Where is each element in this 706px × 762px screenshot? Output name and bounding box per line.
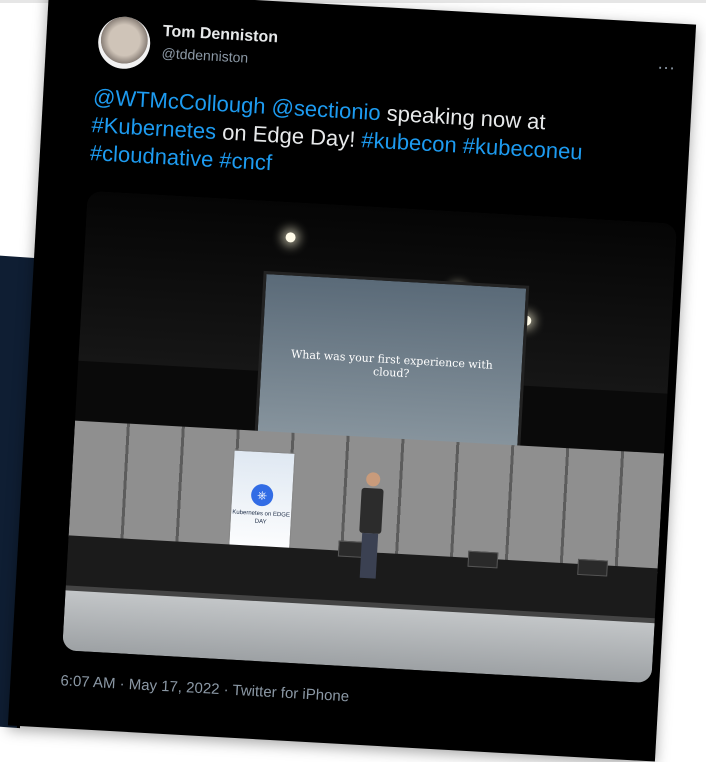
event-banner: ⎈ Kubernetes on EDGE DAY [227, 449, 296, 560]
tweet-photo[interactable]: What was your first experience with clou… [62, 190, 677, 684]
hashtag-link[interactable]: #kubeconeu [462, 133, 583, 165]
kubernetes-icon: ⎈ [250, 483, 274, 507]
hashtag-link[interactable]: #cloudnative [89, 140, 214, 172]
hashtag-link[interactable]: #cncf [219, 147, 273, 175]
tweet-card[interactable]: Tom Denniston @tddenniston ... @WTMcColl… [7, 0, 697, 762]
author-name[interactable]: Tom Denniston [162, 23, 278, 47]
author-handle[interactable]: @tddenniston [161, 45, 248, 66]
more-options-icon[interactable]: ... [657, 53, 676, 75]
screen-text: What was your first experience with clou… [290, 347, 494, 381]
person-head [365, 471, 381, 487]
hashtag-link[interactable]: #kubecon [361, 127, 458, 157]
banner-text: Kubernetes on EDGE DAY [232, 509, 291, 525]
person-legs [359, 532, 379, 579]
person-body [359, 487, 384, 534]
stage-speaker [577, 558, 609, 577]
hashtag-link[interactable]: #Kubernetes [91, 112, 217, 144]
tweet-text-segment: on Edge Day! [215, 119, 363, 153]
tweet-text: @WTMcCollough @sectionio speaking now at… [89, 83, 663, 199]
stage-speaker [467, 550, 499, 569]
avatar[interactable] [96, 15, 152, 71]
mention-link[interactable]: @sectionio [271, 94, 381, 125]
tweet-timestamp[interactable]: 6:07 AM · May 17, 2022 · Twitter for iPh… [60, 672, 350, 705]
